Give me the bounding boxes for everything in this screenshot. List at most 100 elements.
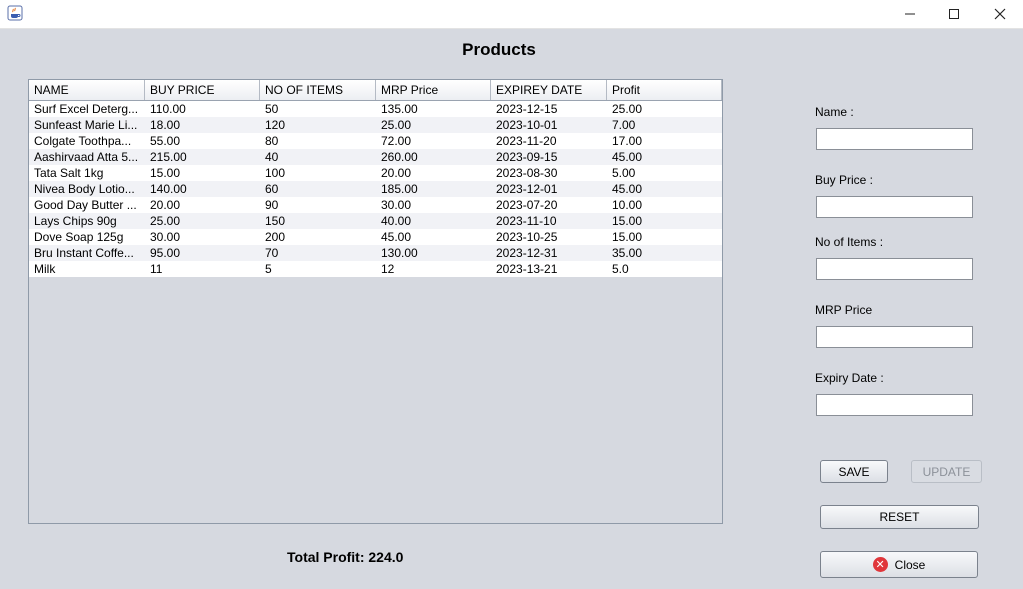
cell-buy-price[interactable]: 18.00	[145, 117, 260, 133]
cell-expiry-date[interactable]: 2023-12-01	[491, 181, 607, 197]
cell-name[interactable]: Good Day Butter ...	[29, 197, 145, 213]
cell-name[interactable]: Milk	[29, 261, 145, 277]
cell-expiry-date[interactable]: 2023-12-31	[491, 245, 607, 261]
save-button[interactable]: SAVE	[820, 460, 888, 483]
cell-expiry-date[interactable]: 2023-12-15	[491, 101, 607, 117]
cell-no-of-items[interactable]: 5	[260, 261, 376, 277]
cell-mrp-price[interactable]: 12	[376, 261, 491, 277]
cell-profit[interactable]: 45.00	[607, 149, 722, 165]
cell-mrp-price[interactable]: 72.00	[376, 133, 491, 149]
update-button[interactable]: UPDATE	[911, 460, 982, 483]
cell-buy-price[interactable]: 55.00	[145, 133, 260, 149]
cell-profit[interactable]: 15.00	[607, 213, 722, 229]
window-close-button[interactable]	[977, 0, 1023, 28]
cell-no-of-items[interactable]: 70	[260, 245, 376, 261]
cell-profit[interactable]: 45.00	[607, 181, 722, 197]
cell-buy-price[interactable]: 30.00	[145, 229, 260, 245]
cell-no-of-items[interactable]: 100	[260, 165, 376, 181]
cell-buy-price[interactable]: 110.00	[145, 101, 260, 117]
cell-no-of-items[interactable]: 50	[260, 101, 376, 117]
cell-profit[interactable]: 25.00	[607, 101, 722, 117]
column-header-mrp-price[interactable]: MRP Price	[376, 80, 491, 100]
table-row[interactable]: Good Day Butter ... 20.00 90 30.00 2023-07-2…	[29, 197, 722, 213]
cell-expiry-date[interactable]: 2023-10-01	[491, 117, 607, 133]
cell-profit[interactable]: 17.00	[607, 133, 722, 149]
table-row[interactable]: Colgate Toothpa... 55.00 80 72.00 2023-11-20…	[29, 133, 722, 149]
table-header: NAME BUY PRICE NO OF ITEMS MRP Price EXP…	[29, 80, 722, 101]
cell-profit[interactable]: 5.0	[607, 261, 722, 277]
cell-mrp-price[interactable]: 45.00	[376, 229, 491, 245]
column-header-profit[interactable]: Profit	[607, 80, 722, 100]
table-row[interactable]: Sunfeast Marie Li... 18.00 120 25.00 2023-10…	[29, 117, 722, 133]
mrp-price-input[interactable]	[816, 326, 973, 348]
cell-mrp-price[interactable]: 30.00	[376, 197, 491, 213]
cell-expiry-date[interactable]: 2023-09-15	[491, 149, 607, 165]
cell-buy-price[interactable]: 25.00	[145, 213, 260, 229]
total-profit: Total Profit: 224.0	[287, 549, 404, 565]
cell-profit[interactable]: 5.00	[607, 165, 722, 181]
cell-name[interactable]: Dove Soap 125g	[29, 229, 145, 245]
cell-buy-price[interactable]: 140.00	[145, 181, 260, 197]
column-header-name[interactable]: NAME	[29, 80, 145, 100]
cell-mrp-price[interactable]: 260.00	[376, 149, 491, 165]
cell-no-of-items[interactable]: 80	[260, 133, 376, 149]
reset-button[interactable]: RESET	[820, 505, 979, 529]
buy-price-label: Buy Price :	[815, 173, 874, 187]
cell-expiry-date[interactable]: 2023-10-25	[491, 229, 607, 245]
cell-no-of-items[interactable]: 150	[260, 213, 376, 229]
minimize-button[interactable]	[887, 0, 933, 28]
cell-expiry-date[interactable]: 2023-08-30	[491, 165, 607, 181]
cell-mrp-price[interactable]: 40.00	[376, 213, 491, 229]
cell-mrp-price[interactable]: 130.00	[376, 245, 491, 261]
cell-mrp-price[interactable]: 25.00	[376, 117, 491, 133]
expiry-date-input[interactable]	[816, 394, 973, 416]
maximize-button[interactable]	[931, 0, 977, 28]
cell-no-of-items[interactable]: 90	[260, 197, 376, 213]
cell-buy-price[interactable]: 95.00	[145, 245, 260, 261]
cell-name[interactable]: Bru Instant Coffe...	[29, 245, 145, 261]
table-row[interactable]: Dove Soap 125g 30.00 200 45.00 2023-10-25 15.…	[29, 229, 722, 245]
table-row[interactable]: Nivea Body Lotio... 140.00 60 185.00 2023-12…	[29, 181, 722, 197]
cell-no-of-items[interactable]: 200	[260, 229, 376, 245]
cell-name[interactable]: Sunfeast Marie Li...	[29, 117, 145, 133]
table-row[interactable]: Milk 11 5 12 2023-13-21 5.0	[29, 261, 722, 277]
cell-name[interactable]: Tata Salt 1kg	[29, 165, 145, 181]
cell-buy-price[interactable]: 15.00	[145, 165, 260, 181]
cell-profit[interactable]: 7.00	[607, 117, 722, 133]
cell-no-of-items[interactable]: 120	[260, 117, 376, 133]
cell-mrp-price[interactable]: 185.00	[376, 181, 491, 197]
cell-name[interactable]: Colgate Toothpa...	[29, 133, 145, 149]
products-table[interactable]: NAME BUY PRICE NO OF ITEMS MRP Price EXP…	[28, 79, 723, 524]
cell-name[interactable]: Surf Excel Deterg...	[29, 101, 145, 117]
close-button[interactable]: ✕ Close	[820, 551, 978, 578]
table-row[interactable]: Bru Instant Coffe... 95.00 70 130.00 2023-12…	[29, 245, 722, 261]
table-row[interactable]: Aashirvaad Atta 5... 215.00 40 260.00 2023-0…	[29, 149, 722, 165]
table-row[interactable]: Surf Excel Deterg... 110.00 50 135.00 2023-1…	[29, 101, 722, 117]
cell-profit[interactable]: 15.00	[607, 229, 722, 245]
name-input[interactable]	[816, 128, 973, 150]
cell-mrp-price[interactable]: 20.00	[376, 165, 491, 181]
cell-expiry-date[interactable]: 2023-11-10	[491, 213, 607, 229]
cell-no-of-items[interactable]: 40	[260, 149, 376, 165]
column-header-buy-price[interactable]: BUY PRICE	[145, 80, 260, 100]
no-of-items-input[interactable]	[816, 258, 973, 280]
table-row[interactable]: Tata Salt 1kg 15.00 100 20.00 2023-08-30 5.00	[29, 165, 722, 181]
column-header-no-of-items[interactable]: NO OF ITEMS	[260, 80, 376, 100]
cell-buy-price[interactable]: 11	[145, 261, 260, 277]
cell-name[interactable]: Aashirvaad Atta 5...	[29, 149, 145, 165]
cell-expiry-date[interactable]: 2023-11-20	[491, 133, 607, 149]
cell-profit[interactable]: 10.00	[607, 197, 722, 213]
table-row[interactable]: Lays Chips 90g 25.00 150 40.00 2023-11-10 15.…	[29, 213, 722, 229]
cell-buy-price[interactable]: 215.00	[145, 149, 260, 165]
cell-no-of-items[interactable]: 60	[260, 181, 376, 197]
cell-expiry-date[interactable]: 2023-13-21	[491, 261, 607, 277]
column-header-expiry-date[interactable]: EXPIREY DATE	[491, 80, 607, 100]
minimize-icon	[905, 13, 915, 15]
buy-price-input[interactable]	[816, 196, 973, 218]
cell-profit[interactable]: 35.00	[607, 245, 722, 261]
cell-expiry-date[interactable]: 2023-07-20	[491, 197, 607, 213]
cell-buy-price[interactable]: 20.00	[145, 197, 260, 213]
cell-mrp-price[interactable]: 135.00	[376, 101, 491, 117]
cell-name[interactable]: Nivea Body Lotio...	[29, 181, 145, 197]
cell-name[interactable]: Lays Chips 90g	[29, 213, 145, 229]
